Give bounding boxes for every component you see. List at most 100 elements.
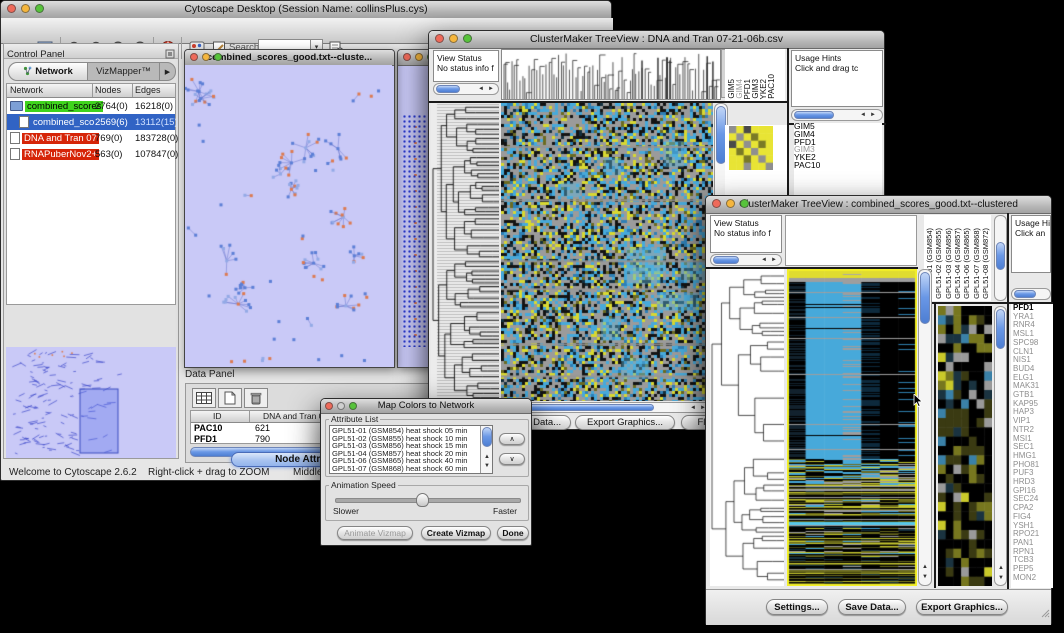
- usage-hints-text: Click an: [1015, 228, 1045, 238]
- tv1-usage-scrollbar[interactable]: ◄ ►: [791, 109, 883, 121]
- tv1-status-scrollbar[interactable]: ◄ ►: [433, 83, 499, 95]
- close-button[interactable]: [403, 53, 411, 61]
- tab-overflow-button[interactable]: ▶: [159, 63, 175, 80]
- move-up-button[interactable]: ∧: [499, 433, 525, 445]
- tv1-row-label[interactable]: PAC10: [794, 162, 882, 170]
- minimize-button[interactable]: [337, 402, 345, 410]
- zoom-button[interactable]: [35, 4, 44, 13]
- network-table-row[interactable]: RNAPuberNov2+563(0)107847(0): [7, 146, 175, 162]
- tv2-column-label[interactable]: GPL51-03 (GSM856): [944, 228, 953, 299]
- tv2-usage-scrollbar[interactable]: [1011, 288, 1051, 300]
- scroll-down-icon[interactable]: ▼: [922, 574, 928, 581]
- tv1-heatmap[interactable]: [501, 103, 713, 401]
- close-button[interactable]: [325, 402, 333, 410]
- speed-slider-thumb[interactable]: [416, 493, 429, 507]
- network-table-row[interactable]: DNA and Tran 07769(0)183728(0): [7, 130, 175, 146]
- tv1-column-label[interactable]: PAC10: [767, 74, 776, 99]
- tv2-status-scrollbar[interactable]: ◄ ►: [710, 254, 782, 266]
- scroll-left-icon[interactable]: ◄: [761, 257, 767, 264]
- move-down-button[interactable]: ∨: [499, 453, 525, 465]
- tv2-column-label[interactable]: GPL51-02 (GSM855): [934, 228, 943, 299]
- scroll-left-icon[interactable]: ◄: [478, 86, 484, 93]
- minimize-button[interactable]: [415, 53, 423, 61]
- scroll-right-icon[interactable]: ►: [488, 86, 494, 93]
- scroll-left-icon[interactable]: ◄: [690, 405, 696, 412]
- network-table-row[interactable]: combined_sco2569(6)13112(15): [7, 114, 175, 130]
- grid-network-canvas[interactable]: [402, 114, 429, 347]
- zoom-button[interactable]: [349, 402, 357, 410]
- tv1-row-dendrogram[interactable]: [431, 103, 499, 401]
- dialog-titlebar[interactable]: Map Colors to Network: [321, 399, 531, 414]
- birdseye-view[interactable]: [6, 347, 176, 458]
- gene-label[interactable]: MON2: [1013, 574, 1053, 583]
- tv2-heatmap-vscrollbar[interactable]: ▲ ▼: [918, 269, 932, 586]
- scroll-up-icon[interactable]: ▲: [922, 564, 928, 571]
- done-button[interactable]: Done: [497, 526, 529, 540]
- tv2-settings-button[interactable]: Settings...: [766, 599, 828, 615]
- tv1-heatmap-hscrollbar[interactable]: ◄ ►: [501, 402, 713, 413]
- network-canvas[interactable]: [185, 65, 392, 365]
- col-edges[interactable]: Edges: [135, 84, 161, 97]
- attribute-list-item[interactable]: GPL51-08 (GSM872) heat shock 80 min: [332, 473, 490, 474]
- network-window-titlebar[interactable]: combined_scores_good.txt--cluste...: [185, 50, 394, 66]
- tv1-zoom-heatmap[interactable]: [729, 126, 773, 170]
- zoom-button[interactable]: [740, 199, 749, 208]
- minimize-button[interactable]: [449, 34, 458, 43]
- close-button[interactable]: [7, 4, 16, 13]
- data-table-icon[interactable]: [192, 388, 216, 408]
- tv2-export-graphics-button[interactable]: Export Graphics...: [916, 599, 1008, 615]
- resize-grip-icon[interactable]: [1040, 605, 1050, 623]
- tv2-column-label[interactable]: GPL51-04 (GSM857): [953, 228, 962, 299]
- tv1-view-status: View Status No status info f: [433, 50, 499, 82]
- scroll-right-icon[interactable]: ►: [870, 112, 876, 119]
- close-button[interactable]: [435, 34, 444, 43]
- create-vizmap-button[interactable]: Create Vizmap: [421, 526, 491, 540]
- delete-attribute-trash-icon[interactable]: [244, 388, 268, 408]
- tv1-export-graphics-button[interactable]: Export Graphics...: [575, 415, 675, 430]
- treeview2-title: ClusterMaker TreeView : combined_scores_…: [739, 199, 1018, 210]
- minimize-button[interactable]: [726, 199, 735, 208]
- zoom-button[interactable]: [463, 34, 472, 43]
- minimize-button[interactable]: [202, 53, 210, 61]
- tab-network[interactable]: Network: [9, 63, 88, 80]
- scroll-down-icon[interactable]: ▼: [998, 575, 1004, 582]
- data-col-id[interactable]: ID: [213, 411, 222, 422]
- tv2-column-label[interactable]: GPL51-08 (GSM872): [981, 228, 990, 299]
- tv2-export-graphics-label: Export Graphics...: [921, 602, 1003, 613]
- tab-vizmapper[interactable]: VizMapper™: [88, 63, 159, 80]
- network-name-label: RNAPuberNov2+: [22, 149, 99, 160]
- dialog-title: Map Colors to Network: [378, 400, 475, 411]
- animate-vizmap-button[interactable]: Animate Vizmap: [337, 526, 413, 540]
- close-button[interactable]: [190, 53, 198, 61]
- scroll-left-icon[interactable]: ◄: [860, 112, 866, 119]
- tv2-save-data-button[interactable]: Save Data...: [838, 599, 906, 615]
- new-attribute-icon[interactable]: [218, 388, 242, 408]
- main-titlebar[interactable]: Cytoscape Desktop (Session Name: collins…: [1, 1, 611, 19]
- tab-more-arrow: ▶: [165, 68, 170, 76]
- treeview2-titlebar[interactable]: ClusterMaker TreeView : combined_scores_…: [706, 196, 1051, 214]
- close-button[interactable]: [712, 199, 721, 208]
- tv2-column-label[interactable]: GPL51-07 (GSM868): [972, 228, 981, 299]
- tv2-detail-vscrollbar[interactable]: ▲ ▼: [994, 306, 1007, 586]
- row-value: 621: [255, 423, 270, 434]
- tv1-column-dendrogram[interactable]: [501, 49, 721, 100]
- scroll-right-icon[interactable]: ►: [771, 257, 777, 264]
- scroll-down-icon[interactable]: ▼: [484, 463, 490, 470]
- treeview1-title: ClusterMaker TreeView : DNA and Tran 07-…: [530, 33, 783, 45]
- minimize-button[interactable]: [21, 4, 30, 13]
- tv2-row-dendrogram[interactable]: [710, 269, 784, 586]
- tv2-heatmap[interactable]: [787, 269, 917, 586]
- scroll-up-icon[interactable]: ▲: [484, 454, 490, 461]
- scroll-up-icon[interactable]: ▲: [998, 565, 1004, 572]
- treeview1-titlebar[interactable]: ClusterMaker TreeView : DNA and Tran 07-…: [429, 31, 884, 49]
- col-nodes[interactable]: Nodes: [95, 84, 121, 97]
- attribute-listbox[interactable]: GPL51-01 (GSM854) heat shock 05 minGPL51…: [329, 425, 493, 474]
- tv2-collabel-scrollbar[interactable]: [994, 215, 1007, 301]
- faster-label: Faster: [493, 506, 517, 516]
- tv1-export-graphics-label: Export Graphics...: [587, 417, 663, 428]
- network-table-row[interactable]: combined_scores2764(0)16218(0): [7, 98, 175, 114]
- col-network[interactable]: Network: [10, 84, 43, 97]
- tv2-column-label[interactable]: GPL51-06 (GSM865): [962, 228, 971, 299]
- zoom-button[interactable]: [214, 53, 222, 61]
- tv2-zoom-heatmap[interactable]: [938, 306, 992, 586]
